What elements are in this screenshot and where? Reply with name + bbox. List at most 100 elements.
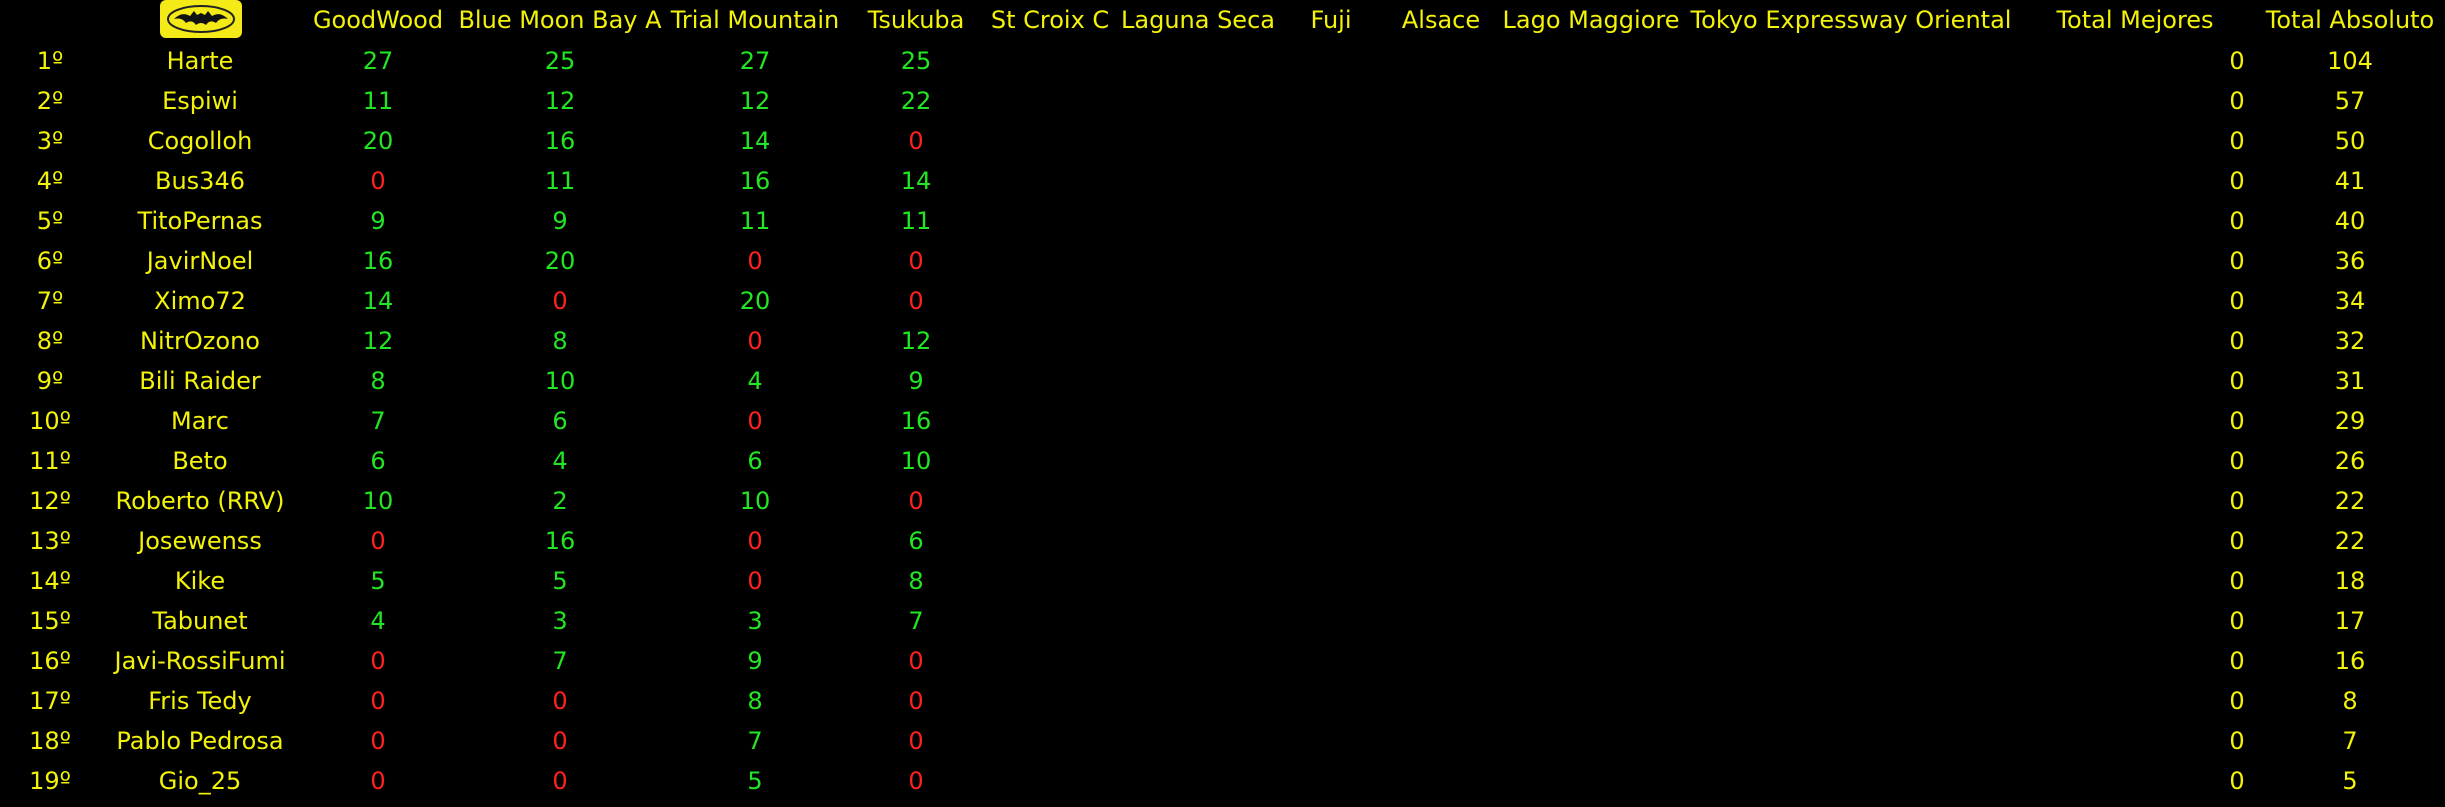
driver-name-cell: Marc — [171, 407, 229, 435]
total-mejores-cell: 0 — [2229, 687, 2245, 715]
column-header: St Croix C — [990, 6, 1110, 34]
total-mejores-cell: 0 — [2229, 287, 2245, 315]
score-cell: 12 — [362, 327, 394, 355]
table-row: 14º Kike 5 5 0 8 0 18 — [0, 561, 2445, 601]
score-cell: 5 — [747, 767, 763, 795]
score-cell: 8 — [747, 687, 763, 715]
total-absoluto-cell: 50 — [2334, 127, 2366, 155]
score-cell: 27 — [739, 47, 771, 75]
total-mejores-cell: 0 — [2229, 327, 2245, 355]
score-cell: 0 — [747, 407, 763, 435]
score-cell: 0 — [370, 527, 386, 555]
score-cell: 0 — [747, 327, 763, 355]
total-mejores-cell: 0 — [2229, 207, 2245, 235]
score-cell: 12 — [739, 87, 771, 115]
score-cell: 10 — [739, 487, 771, 515]
total-mejores-cell: 0 — [2229, 567, 2245, 595]
driver-name-cell: Beto — [172, 447, 228, 475]
driver-name-cell: Harte — [166, 47, 234, 75]
driver-name-cell: TitoPernas — [137, 207, 263, 235]
total-mejores-cell: 0 — [2229, 527, 2245, 555]
total-mejores-cell: 0 — [2229, 407, 2245, 435]
position-cell: 1º — [36, 47, 64, 75]
total-absoluto-cell: 34 — [2334, 287, 2366, 315]
score-cell: 6 — [747, 447, 763, 475]
score-cell: 16 — [900, 407, 932, 435]
score-cell: 11 — [739, 207, 771, 235]
table-row: 11º Beto 6 4 6 10 0 26 — [0, 441, 2445, 481]
score-cell: 9 — [552, 207, 568, 235]
score-cell: 0 — [747, 247, 763, 275]
score-cell: 20 — [362, 127, 394, 155]
score-cell: 20 — [544, 247, 576, 275]
score-cell: 8 — [370, 367, 386, 395]
score-cell: 27 — [362, 47, 394, 75]
column-header: Fuji — [1310, 6, 1352, 34]
table-row: 17º Fris Tedy 0 0 8 0 0 8 — [0, 681, 2445, 721]
score-cell: 10 — [544, 367, 576, 395]
total-absoluto-cell: 22 — [2334, 487, 2366, 515]
score-cell: 0 — [908, 687, 924, 715]
score-cell: 0 — [908, 727, 924, 755]
score-cell: 0 — [908, 287, 924, 315]
score-cell: 0 — [908, 247, 924, 275]
total-absoluto-cell: 32 — [2334, 327, 2366, 355]
score-cell: 7 — [747, 727, 763, 755]
score-cell: 4 — [747, 367, 763, 395]
driver-name-cell: JavirNoel — [146, 247, 254, 275]
total-absoluto-cell: 26 — [2334, 447, 2366, 475]
total-mejores-cell: 0 — [2229, 487, 2245, 515]
total-absoluto-cell: 36 — [2334, 247, 2366, 275]
total-absoluto-cell: 41 — [2334, 167, 2366, 195]
score-cell: 9 — [908, 367, 924, 395]
position-cell: 11º — [29, 447, 71, 475]
column-header: Tokyo Expressway Oriental — [1690, 6, 2012, 34]
total-absoluto-cell: 57 — [2334, 87, 2366, 115]
table-row: 4º Bus346 0 11 16 14 0 41 — [0, 161, 2445, 201]
position-cell: 13º — [29, 527, 71, 555]
score-cell: 6 — [908, 527, 924, 555]
position-cell: 15º — [29, 607, 71, 635]
driver-name-cell: Gio_25 — [158, 767, 242, 795]
score-cell: 12 — [900, 327, 932, 355]
column-header: Alsace — [1401, 6, 1481, 34]
driver-name-cell: Tabunet — [152, 607, 248, 635]
total-absoluto-cell: 16 — [2334, 647, 2366, 675]
table-row: 1º Harte 27 25 27 25 0 104 — [0, 41, 2445, 81]
score-cell: 2 — [552, 487, 568, 515]
position-cell: 9º — [36, 367, 64, 395]
score-cell: 22 — [900, 87, 932, 115]
score-cell: 11 — [900, 207, 932, 235]
total-mejores-cell: 0 — [2229, 447, 2245, 475]
score-cell: 5 — [370, 567, 386, 595]
position-cell: 19º — [29, 767, 71, 795]
header-row: GoodWood Blue Moon Bay A Trial Mountain Tsu… — [0, 0, 2445, 40]
position-cell: 12º — [29, 487, 71, 515]
score-cell: 0 — [370, 167, 386, 195]
position-cell: 18º — [29, 727, 71, 755]
position-cell: 14º — [29, 567, 71, 595]
column-header: Trial Mountain — [670, 6, 840, 34]
score-cell: 16 — [544, 527, 576, 555]
column-header: Tsukuba — [867, 6, 965, 34]
score-cell: 0 — [908, 127, 924, 155]
driver-name-cell: Bus346 — [155, 167, 245, 195]
column-header: GoodWood — [312, 6, 444, 34]
table-row: 16º Javi-RossiFumi 0 7 9 0 0 16 — [0, 641, 2445, 681]
score-cell: 12 — [544, 87, 576, 115]
score-cell: 7 — [552, 647, 568, 675]
total-absoluto-cell: 22 — [2334, 527, 2366, 555]
score-cell: 0 — [747, 567, 763, 595]
position-cell: 10º — [29, 407, 71, 435]
total-absoluto-cell: 5 — [2342, 767, 2358, 795]
column-header: Laguna Seca — [1121, 6, 1275, 34]
table-row: 8º NitrOzono 12 8 0 12 0 32 — [0, 321, 2445, 361]
total-absoluto-cell: 104 — [2327, 47, 2373, 75]
total-absoluto-cell: 29 — [2334, 407, 2366, 435]
score-cell: 20 — [739, 287, 771, 315]
column-header: Lago Maggiore — [1502, 6, 1680, 34]
score-cell: 0 — [552, 287, 568, 315]
table-row: 12º Roberto (RRV) 10 2 10 0 0 22 — [0, 481, 2445, 521]
score-cell: 16 — [739, 167, 771, 195]
table-row: 6º JavirNoel 16 20 0 0 0 36 — [0, 241, 2445, 281]
